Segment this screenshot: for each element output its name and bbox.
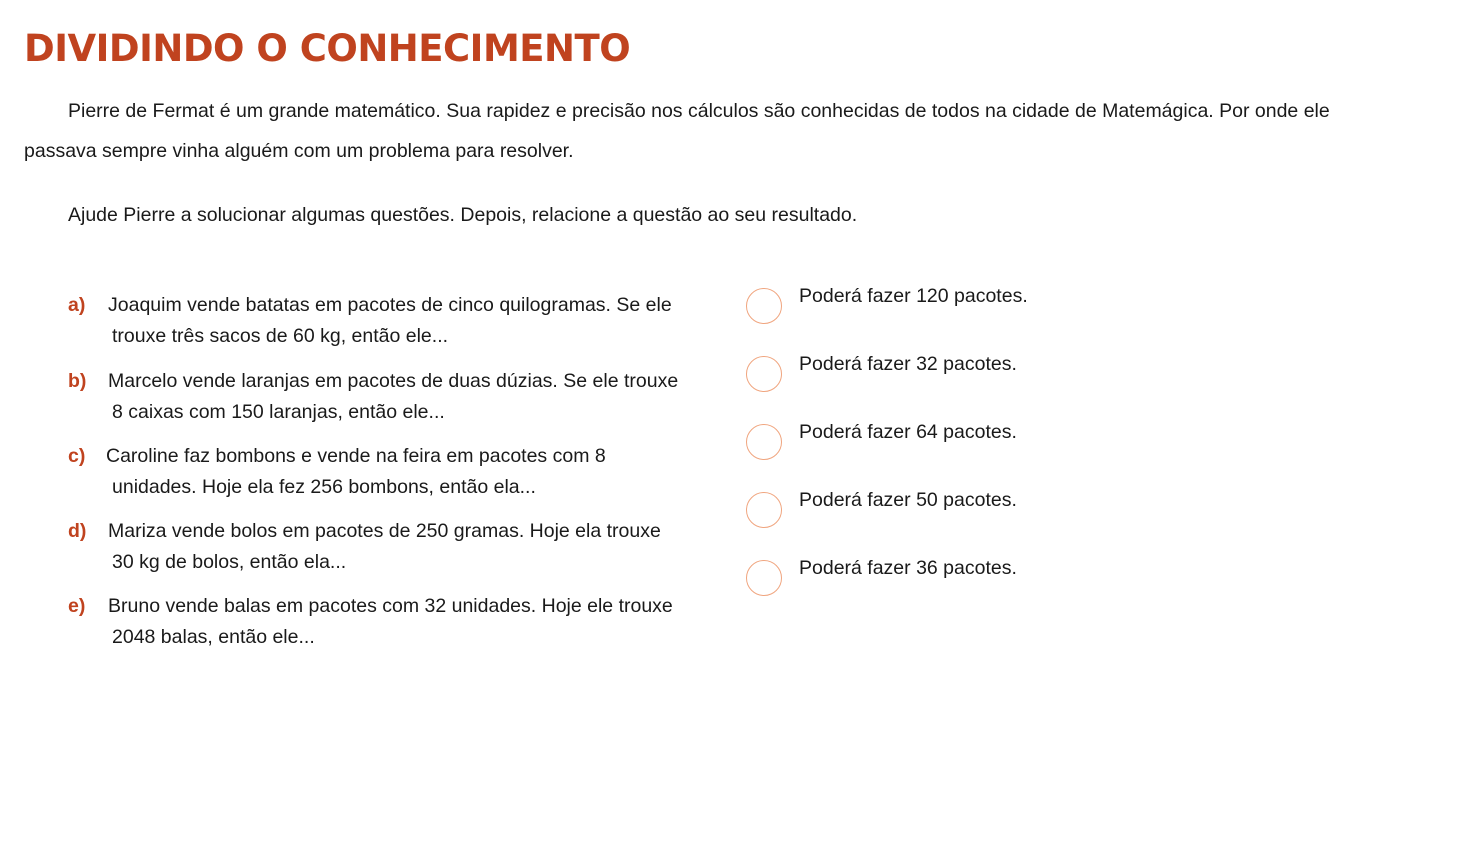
page-title: DIVIDINDO O CONHECIMENTO (24, 27, 631, 70)
question-letter: b) (68, 370, 87, 392)
question-e: e) Bruno vende balas em pacotes com 32 un… (68, 591, 728, 653)
question-text-line1: Joaquim vende batatas em pacotes de cinc… (108, 294, 672, 316)
intro-paragraph: Pierre de Fermat é um grande matemático.… (24, 100, 1330, 162)
answer-input-circle[interactable] (746, 560, 782, 596)
question-letter: c) (68, 445, 86, 467)
answer-input-circle[interactable] (746, 492, 782, 528)
instruction-text: Ajude Pierre a solucionar algumas questõ… (68, 204, 858, 226)
answer-input-circle[interactable] (746, 424, 782, 460)
question-text-line2: 30 kg de bolos, então ela... (112, 551, 347, 573)
question-text-line2: unidades. Hoje ela fez 256 bombons, entã… (112, 476, 536, 498)
answer-option-5: Poderá fazer 36 pacotes. (746, 557, 1017, 598)
question-text-line1: Marcelo vende laranjas em pacotes de dua… (108, 370, 679, 392)
question-text-line2: 2048 balas, então ele... (112, 626, 315, 648)
question-letter: a) (68, 294, 86, 316)
answer-label: Poderá fazer 120 pacotes. (799, 285, 1028, 307)
question-d: d) Mariza vende bolos em pacotes de 250 g… (68, 516, 728, 578)
answer-option-2: Poderá fazer 32 pacotes. (746, 353, 1017, 394)
answer-label: Poderá fazer 50 pacotes. (799, 489, 1017, 511)
question-c: c) Caroline faz bombons e vende na feira … (68, 441, 728, 503)
answer-label: Poderá fazer 36 pacotes. (799, 557, 1017, 579)
question-b: b) Marcelo vende laranjas em pacotes de d… (68, 366, 728, 428)
question-text-line1: Bruno vende balas em pacotes com 32 unid… (108, 595, 673, 617)
answer-option-1: Poderá fazer 120 pacotes. (746, 285, 1028, 326)
question-text-line1: Caroline faz bombons e vende na feira em… (106, 445, 606, 467)
question-letter: d) (68, 520, 87, 542)
question-text-line1: Mariza vende bolos em pacotes de 250 gra… (108, 520, 661, 542)
answer-label: Poderá fazer 32 pacotes. (799, 353, 1017, 375)
question-text-line2: 8 caixas com 150 laranjas, então ele... (112, 401, 445, 423)
question-letter: e) (68, 595, 86, 617)
answer-option-3: Poderá fazer 64 pacotes. (746, 421, 1017, 462)
question-text-line2: trouxe três sacos de 60 kg, então ele... (112, 325, 449, 347)
question-a: a) Joaquim vende batatas em pacotes de ci… (68, 290, 728, 352)
answer-input-circle[interactable] (746, 288, 782, 324)
answer-option-4: Poderá fazer 50 pacotes. (746, 489, 1017, 530)
answer-label: Poderá fazer 64 pacotes. (799, 421, 1017, 443)
answer-input-circle[interactable] (746, 356, 782, 392)
